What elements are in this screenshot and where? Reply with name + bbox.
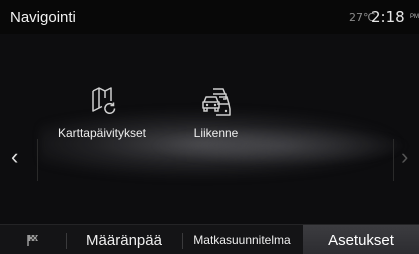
tab-flag[interactable] — [0, 225, 66, 254]
menu-item-map-updates[interactable]: Karttapäivitykset — [42, 84, 162, 144]
tab-destination[interactable]: Määränpää — [66, 225, 182, 254]
tab-settings[interactable]: Asetukset — [303, 225, 419, 254]
tab-label: Matkasuunnitelma — [193, 233, 291, 247]
map-update-icon — [92, 87, 116, 115]
right-divider — [393, 139, 394, 181]
navigation-screen: Navigointi 27℃ 2:18 PM Karttapäivitykset — [0, 0, 419, 254]
previous-page-arrow[interactable]: ‹ — [11, 146, 18, 168]
tab-label: Asetukset — [328, 231, 394, 249]
menu-item-label: Karttapäivitykset — [57, 126, 147, 140]
left-divider — [37, 139, 38, 181]
menu-item-label: Liikenne — [193, 126, 239, 140]
page-title: Navigointi — [10, 9, 76, 26]
menu-panel: Karttapäivitykset Liikenne ‹ › — [0, 34, 419, 224]
tab-route[interactable]: Matkasuunnitelma — [182, 225, 302, 254]
clock: 2:18 — [371, 8, 405, 26]
tab-label: Määränpää — [86, 231, 162, 249]
traffic-icon — [202, 88, 231, 116]
menu-item-traffic[interactable]: Liikenne — [156, 84, 276, 144]
bottom-tab-bar: Määränpää Matkasuunnitelma Asetukset — [0, 224, 419, 254]
next-page-arrow[interactable]: › — [401, 146, 408, 168]
flag-icon — [27, 235, 38, 246]
status-bar: Navigointi 27℃ 2:18 PM — [0, 0, 419, 34]
clock-ampm: PM — [410, 14, 419, 20]
